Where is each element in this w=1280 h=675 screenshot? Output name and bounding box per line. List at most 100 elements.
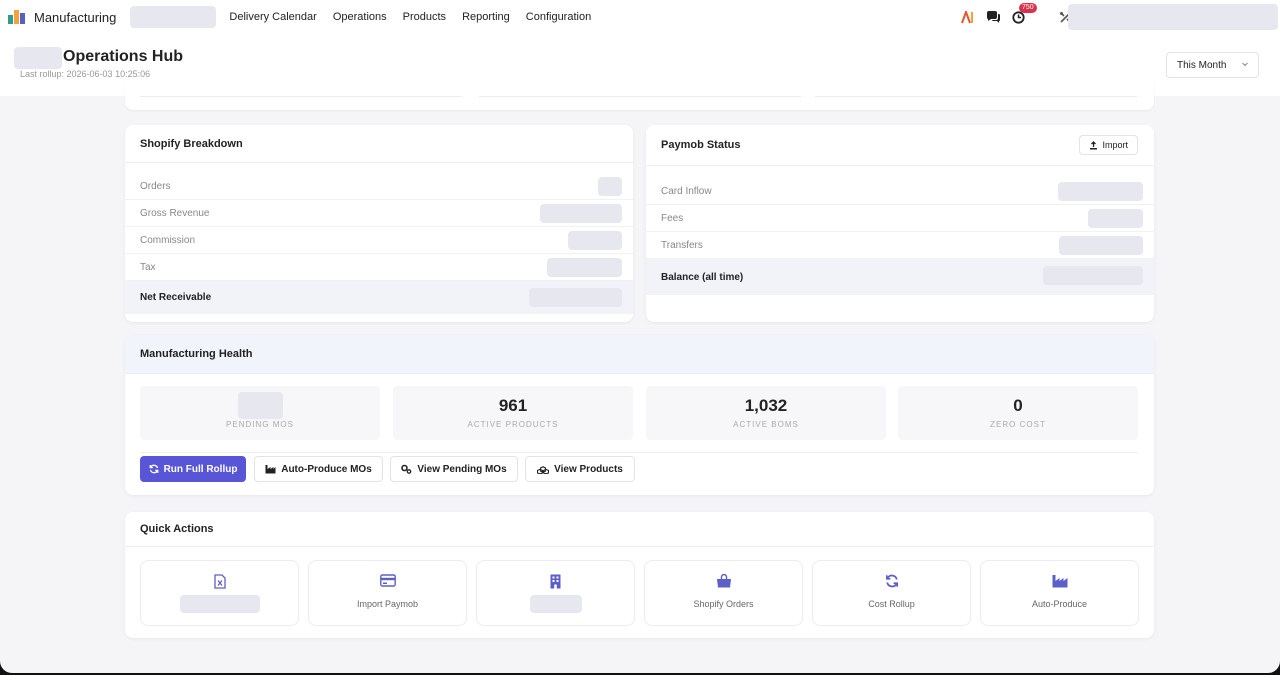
ai-assistant-icon[interactable] xyxy=(960,9,976,25)
nav-configuration[interactable]: Configuration xyxy=(526,11,591,23)
row-label: Orders xyxy=(140,180,171,192)
button-label: Auto-Produce MOs xyxy=(281,463,372,475)
company-switcher-placeholder[interactable] xyxy=(130,6,217,28)
row-label: Net Receivable xyxy=(140,292,212,303)
quick-action-label: Import Paymob xyxy=(356,599,419,609)
brand[interactable]: Manufacturing xyxy=(8,10,116,25)
divider xyxy=(140,452,1138,453)
stat-pending-mos[interactable]: PENDING MOS xyxy=(140,386,380,440)
card-title: Shopify Breakdown xyxy=(125,125,633,163)
button-label: View Pending MOs xyxy=(417,463,507,475)
stat-value-placeholder xyxy=(238,392,283,419)
value-placeholder xyxy=(1058,182,1143,201)
shopify-row-tax: Tax xyxy=(125,254,633,281)
button-label: View Products xyxy=(554,463,623,475)
card-title: Paymob Status xyxy=(661,139,741,151)
paymob-row-fees: Fees xyxy=(646,205,1154,232)
value-placeholder xyxy=(540,204,622,223)
quick-action-import-excel[interactable] xyxy=(140,560,299,626)
last-rollup-text: Last rollup: 2026-06-03 10:25:06 xyxy=(20,69,151,79)
stat-active-products[interactable]: 961 ACTIVE PRODUCTS xyxy=(393,386,633,440)
excel-file-icon xyxy=(141,574,298,589)
app-name: Manufacturing xyxy=(34,9,117,25)
quick-action-auto-produce[interactable]: Auto-Produce xyxy=(980,560,1139,626)
factory-icon xyxy=(265,465,276,474)
quick-action-import-paymob[interactable]: Import Paymob xyxy=(308,560,467,626)
nav-products[interactable]: Products xyxy=(403,11,446,23)
kpi-card-bottom-edge xyxy=(125,80,1154,110)
quick-action-shopify-orders[interactable]: Shopify Orders xyxy=(644,560,803,626)
value-placeholder xyxy=(1059,236,1143,255)
kpi-divider xyxy=(479,96,801,97)
period-select-value: This Month xyxy=(1177,59,1227,71)
main-nav: Delivery Calendar Operations Products Re… xyxy=(229,11,607,23)
systray: 750 xyxy=(960,0,1082,34)
shopify-row-commission: Commission xyxy=(125,227,633,254)
view-pending-mos-button[interactable]: View Pending MOs xyxy=(390,456,518,482)
row-label: Fees xyxy=(661,212,684,224)
quick-action-label: Shopify Orders xyxy=(693,599,754,609)
value-placeholder xyxy=(529,288,622,307)
row-label: Balance (all time) xyxy=(661,271,744,283)
value-placeholder xyxy=(1043,266,1143,285)
quick-action-building[interactable] xyxy=(476,560,635,626)
paymob-row-card-inflow: Card Inflow xyxy=(646,178,1154,205)
row-label: Commission xyxy=(140,234,196,246)
paymob-row-balance: Balance (all time) xyxy=(646,259,1154,295)
view-products-button[interactable]: View Products xyxy=(525,456,635,482)
stat-label: ACTIVE PRODUCTS xyxy=(467,420,559,429)
shopify-breakdown-card: Shopify Breakdown Orders Gross Revenue C… xyxy=(125,125,633,322)
shopify-row-orders: Orders xyxy=(125,173,633,200)
value-placeholder xyxy=(547,258,622,277)
credit-card-icon xyxy=(309,574,466,587)
activity-clock-icon[interactable]: 750 xyxy=(1010,3,1037,25)
stat-zero-cost[interactable]: 0 ZERO COST xyxy=(898,386,1138,440)
refresh-icon xyxy=(813,574,970,588)
value-placeholder xyxy=(1088,209,1143,228)
card-title: Quick Actions xyxy=(125,512,1154,547)
run-full-rollup-button[interactable]: Run Full Rollup xyxy=(140,456,246,482)
page-title: Operations Hub xyxy=(63,48,184,65)
paymob-status-card: Paymob Status Import Card Inflow Fees Tr… xyxy=(646,125,1154,322)
chevron-down-icon xyxy=(1241,60,1249,71)
card-header: Paymob Status Import xyxy=(646,125,1154,166)
auto-produce-mos-button[interactable]: Auto-Produce MOs xyxy=(254,456,383,482)
row-label: Transfers xyxy=(661,239,703,251)
quick-action-label: Cost Rollup xyxy=(868,599,915,609)
shopify-row-net-receivable: Net Receivable xyxy=(125,281,633,314)
shopify-row-gross-revenue: Gross Revenue xyxy=(125,200,633,227)
import-button-label: Import xyxy=(1102,140,1128,150)
quick-action-cost-rollup[interactable]: Cost Rollup xyxy=(812,560,971,626)
label-placeholder xyxy=(180,595,260,613)
value-placeholder xyxy=(568,231,622,250)
upload-icon xyxy=(1090,140,1098,149)
cubes-icon xyxy=(537,466,550,474)
kpi-divider xyxy=(140,96,462,97)
button-label: Run Full Rollup xyxy=(163,463,238,475)
stat-value: 0 xyxy=(1013,396,1023,415)
app-logo-icon xyxy=(8,10,26,24)
nav-reporting[interactable]: Reporting xyxy=(462,11,510,23)
import-button[interactable]: Import xyxy=(1079,135,1138,155)
period-select[interactable]: This Month xyxy=(1166,52,1259,78)
stat-label: ACTIVE BOMS xyxy=(733,420,799,429)
factory-icon xyxy=(981,574,1138,588)
quick-action-label: Auto-Produce xyxy=(1031,599,1088,609)
stat-label: ZERO COST xyxy=(990,420,1046,429)
building-icon xyxy=(477,574,634,589)
stat-label: PENDING MOS xyxy=(226,420,294,429)
stat-active-boms[interactable]: 1,032 ACTIVE BOMS xyxy=(646,386,886,440)
cogs-icon xyxy=(401,464,412,474)
stat-value: 1,032 xyxy=(744,396,788,415)
row-label: Tax xyxy=(140,261,156,273)
shopping-bag-icon xyxy=(645,574,802,588)
user-menu-placeholder[interactable] xyxy=(1068,4,1278,30)
nav-delivery-calendar[interactable]: Delivery Calendar xyxy=(229,11,316,23)
title-prefix-placeholder xyxy=(14,47,62,69)
paymob-row-transfers: Transfers xyxy=(646,232,1154,259)
nav-operations[interactable]: Operations xyxy=(333,11,387,23)
refresh-icon xyxy=(149,464,158,474)
value-placeholder xyxy=(598,177,622,196)
chat-icon[interactable] xyxy=(985,9,1001,25)
notification-badge: 750 xyxy=(1019,3,1037,13)
